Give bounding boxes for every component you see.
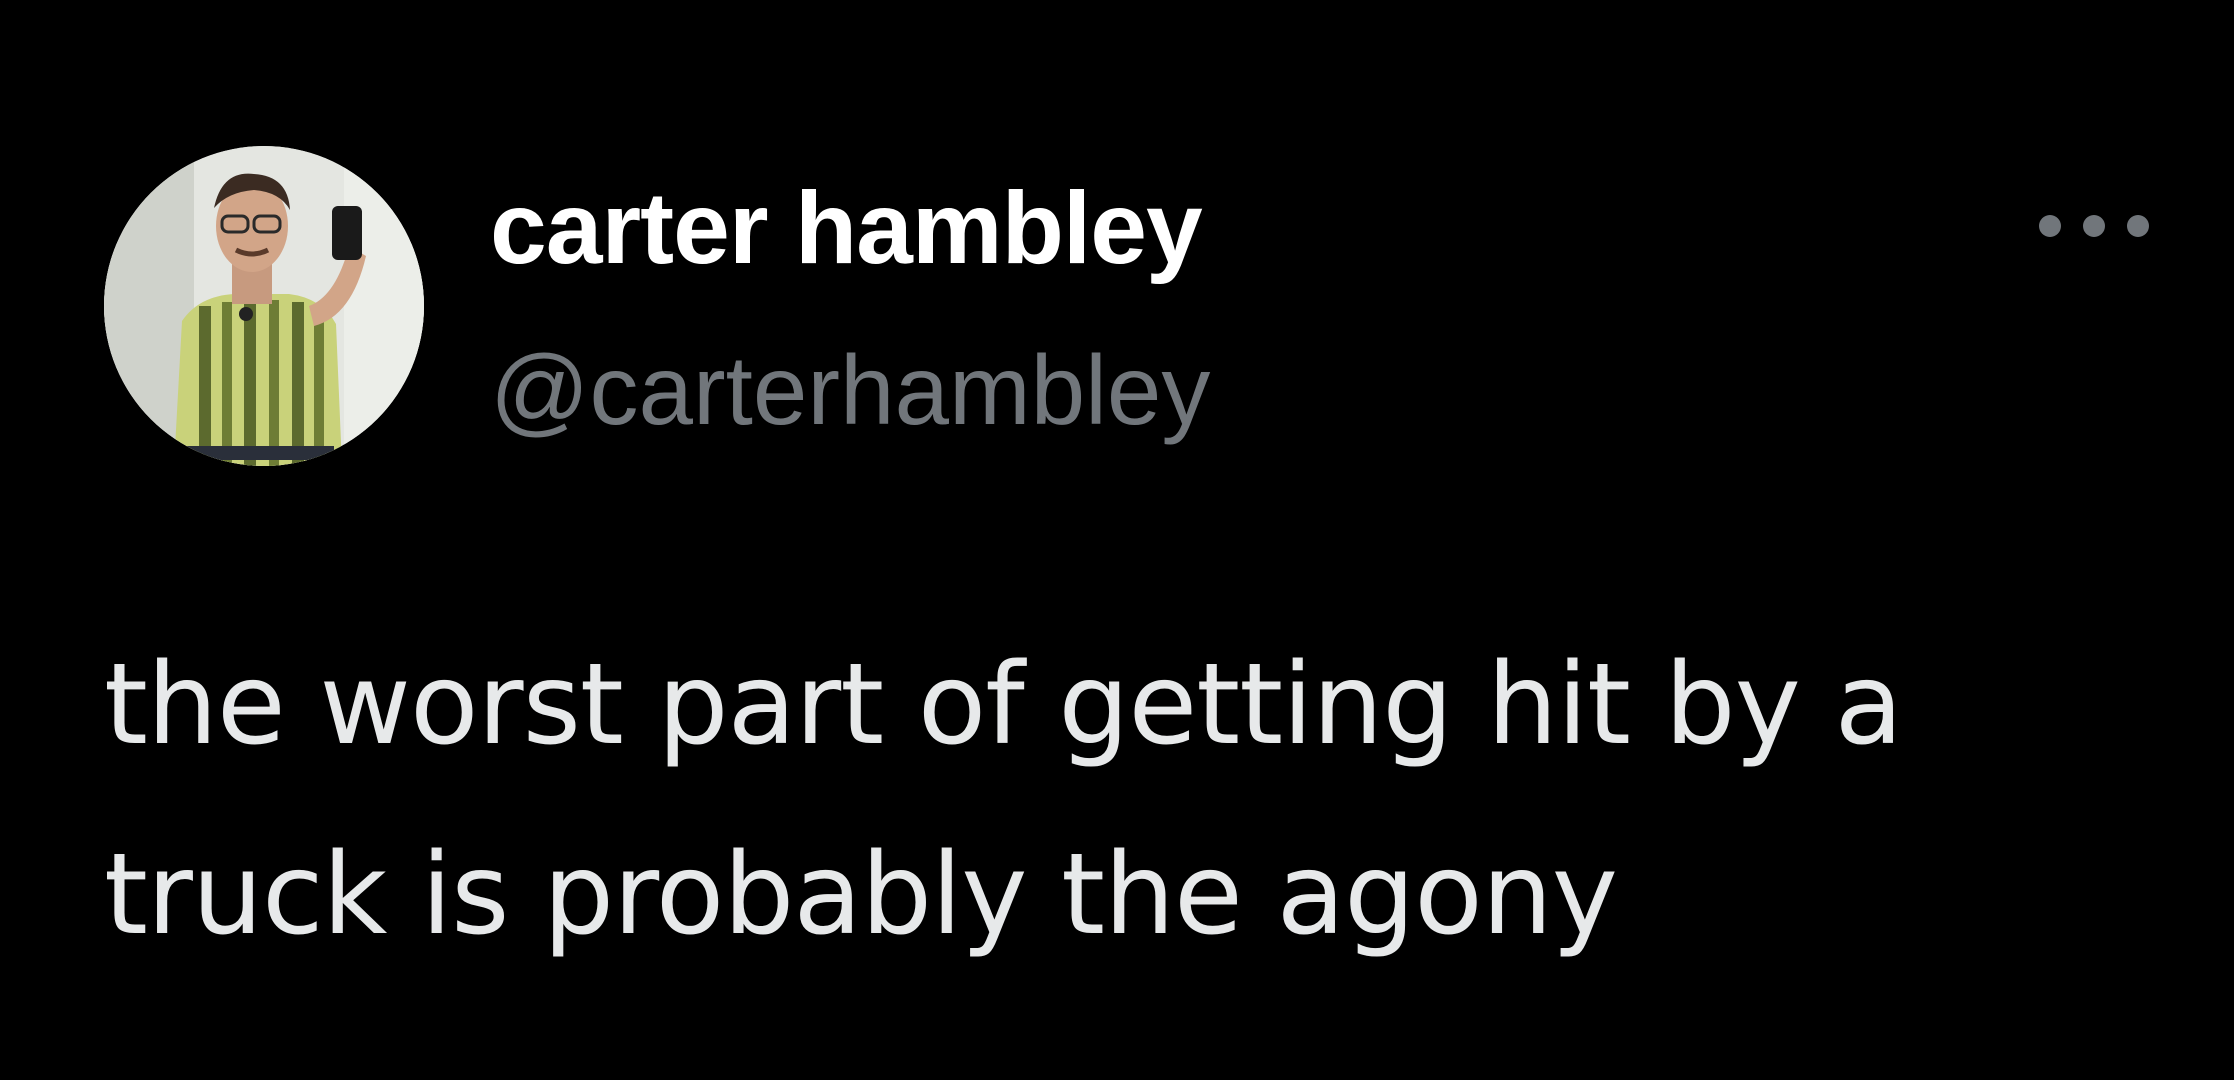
tweet-text-line: the worst part of getting hit by a — [104, 640, 1903, 770]
author-handle[interactable]: @carterhambley — [490, 330, 1210, 450]
more-options-button[interactable] — [2028, 196, 2160, 256]
profile-photo-icon — [104, 146, 424, 466]
tweet-text-line: truck is probably the agony — [104, 830, 1618, 960]
avatar[interactable] — [104, 146, 424, 466]
ellipsis-icon — [2039, 215, 2149, 237]
author-display-name[interactable]: carter hambley — [490, 168, 1203, 288]
tweet-text: the worst part of getting hit by a truck… — [104, 610, 2164, 990]
tweet: carter hambley @carterhambley the worst … — [0, 0, 2234, 1080]
